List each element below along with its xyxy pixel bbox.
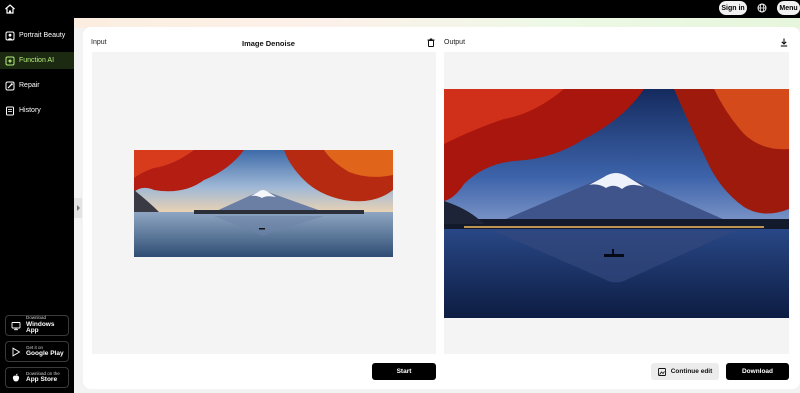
menu-button[interactable]: Menu <box>777 1 800 15</box>
chevron-right-icon <box>76 205 80 211</box>
sidebar-item-function-ai[interactable]: Function AI <box>0 52 74 69</box>
image-edit-icon <box>657 367 666 376</box>
store-name: App Store <box>26 376 58 383</box>
windows-app-download-button[interactable]: Download Windows App <box>5 315 69 336</box>
output-label: Output <box>444 39 466 46</box>
history-icon <box>5 106 15 116</box>
sidebar: Portrait Beauty Function AI Repair Histo… <box>0 18 74 393</box>
google-play-button[interactable]: Get it on Google Play <box>5 341 69 362</box>
sidebar-item-label: Portrait Beauty <box>19 32 66 39</box>
app-store-button[interactable]: Download on the App Store <box>5 367 69 388</box>
sidebar-item-history[interactable]: History <box>0 102 74 119</box>
portrait-icon <box>5 31 15 41</box>
sidebar-item-label: Function AI <box>19 57 55 64</box>
sidebar-item-portrait-beauty[interactable]: Portrait Beauty <box>0 27 74 44</box>
start-button[interactable]: Start <box>372 363 436 380</box>
sidebar-item-label: History <box>19 107 41 114</box>
monitor-icon <box>11 321 21 331</box>
home-icon[interactable] <box>4 3 16 15</box>
output-image <box>444 89 789 318</box>
continue-edit-button[interactable]: Continue edit <box>651 363 719 380</box>
sign-in-button[interactable]: Sign in <box>719 1 747 15</box>
play-icon <box>11 346 21 357</box>
continue-edit-label: Continue edit <box>670 368 713 375</box>
globe-icon[interactable] <box>757 3 767 13</box>
input-image <box>134 150 393 257</box>
sidebar-collapse-toggle[interactable] <box>74 198 82 218</box>
trash-icon[interactable] <box>427 38 435 47</box>
repair-icon <box>5 81 15 91</box>
top-bar: Sign in Menu <box>0 0 800 18</box>
input-label: Input <box>91 39 107 46</box>
sparkle-icon <box>5 56 15 66</box>
download-icon[interactable] <box>780 38 788 47</box>
page-title: Image Denoise <box>242 39 295 48</box>
store-name: Google Play <box>26 350 64 357</box>
sidebar-item-repair[interactable]: Repair <box>0 77 74 94</box>
apple-icon <box>11 373 21 383</box>
download-button[interactable]: Download <box>726 363 789 380</box>
sidebar-item-label: Repair <box>19 82 40 89</box>
store-name: Windows App <box>26 320 55 335</box>
